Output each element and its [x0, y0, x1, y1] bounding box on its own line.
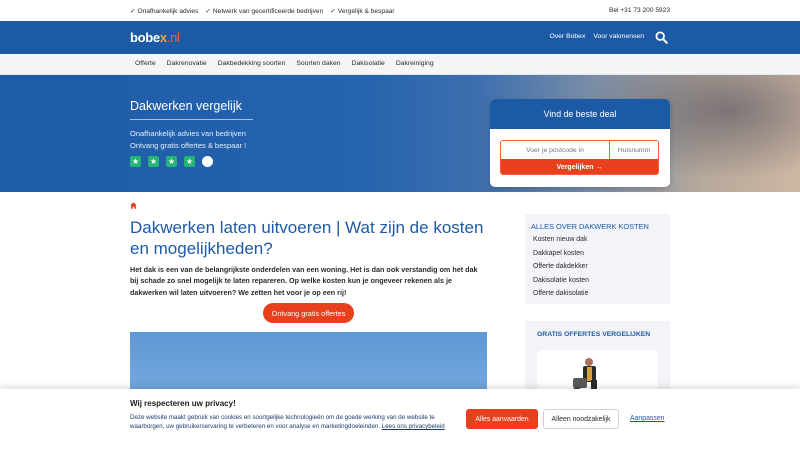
cookie-banner: Wij respecteren uw privacy! Deze website…: [0, 389, 800, 450]
postcode-input[interactable]: [501, 141, 610, 159]
subnav-item-dakbedekking[interactable]: Dakbedekking soorten: [212, 60, 291, 67]
deal-title: Vind de beste deal: [490, 99, 670, 129]
sidebar-link[interactable]: Dakkapel kosten: [533, 250, 589, 264]
hero-title: Dakwerken vergelijk: [130, 99, 242, 113]
star-icon: ★: [184, 156, 195, 167]
sidebar-link[interactable]: Kosten nieuw dak: [533, 236, 589, 250]
sidebar-title: ALLES OVER DAKWERK KOSTEN: [531, 222, 649, 231]
rating-stars: ★ ★ ★ ★: [130, 156, 213, 167]
accept-all-button[interactable]: Alles aanvaarden: [466, 409, 538, 429]
hero-subtitle: Onafhankelijk advies van bedrijven Ontva…: [130, 128, 246, 151]
cookie-title: Wij respecteren uw privacy!: [130, 399, 236, 408]
sidebar-link[interactable]: Offerte dakisolatie: [533, 290, 589, 304]
site-header: bobex.nl Over Bobex Voor vakmensen: [0, 21, 800, 54]
sidebar-link-list: Kosten nieuw dak Dakkapel kosten Offerte…: [533, 236, 589, 304]
sidebar-link[interactable]: Offerte dakdekker: [533, 263, 589, 277]
deal-form-box: Vind de beste deal Vergelijken →: [490, 99, 670, 187]
logo-tld: .nl: [166, 30, 180, 45]
article-title: Dakwerken laten uitvoeren | Wat zijn de …: [130, 218, 484, 258]
usp-item: Netwerk van gecertificeerde bedrijven: [205, 7, 323, 15]
free-quotes-button[interactable]: Ontvang gratis offertes: [263, 303, 354, 323]
deal-form: Vergelijken →: [500, 140, 659, 175]
subnav-item-dakreiniging[interactable]: Dakreiniging: [390, 60, 439, 67]
necessary-only-button[interactable]: Alleen noodzakelijk: [543, 409, 619, 429]
top-utility-bar: Onafhankelijk advies Netwerk van gecerti…: [0, 0, 800, 21]
customize-link[interactable]: Aanpassen: [630, 415, 664, 422]
logo-x: x: [159, 30, 167, 45]
bobex-logo[interactable]: bobex.nl: [130, 30, 180, 45]
nav-voor-vakmensen[interactable]: Voor vakmensen: [593, 33, 644, 40]
star-icon: ★: [148, 156, 159, 167]
nav-over-bobex[interactable]: Over Bobex: [549, 33, 585, 40]
sub-navigation: Offerte Dakrenovatie Dakbedekking soorte…: [0, 54, 800, 75]
star-empty-icon: [202, 156, 213, 167]
sidebar-cost-links: ALLES OVER DAKWERK KOSTEN Kosten nieuw d…: [525, 214, 670, 304]
sidebar-link[interactable]: Dakisolatie kosten: [533, 277, 589, 291]
compare-button[interactable]: Vergelijken →: [501, 159, 658, 174]
article-image: [130, 332, 487, 392]
privacy-policy-link[interactable]: Lees ons privacybeleid: [382, 423, 445, 430]
cookie-text: Deze website maakt gebruik van cookies e…: [130, 413, 460, 431]
sidebar-card-title: GRATIS OFFERTES VERGELIJKEN: [537, 331, 651, 338]
usp-item: Vergelijk & bespaar: [330, 7, 395, 15]
sidebar-compare-card: GRATIS OFFERTES VERGELIJKEN: [525, 321, 670, 396]
header-nav: Over Bobex Voor vakmensen: [549, 33, 644, 40]
usp-list: Onafhankelijk advies Netwerk van gecerti…: [130, 7, 395, 15]
subnav-item-dakrenovatie[interactable]: Dakrenovatie: [161, 60, 212, 67]
search-icon[interactable]: [655, 31, 668, 44]
logo-text: bobe: [130, 30, 160, 45]
article-intro: Het dak is een van de belangrijkste onde…: [130, 265, 478, 297]
house-number-input[interactable]: [610, 141, 658, 159]
hero-banner: Dakwerken vergelijk Onafhankelijk advies…: [0, 75, 800, 192]
star-icon: ★: [166, 156, 177, 167]
usp-item: Onafhankelijk advies: [130, 7, 199, 15]
subnav-item-soorten-daken[interactable]: Soorten daken: [291, 60, 346, 67]
hero-subtitle-line: Ontvang gratis offertes & bespaar !: [130, 140, 247, 150]
star-icon: ★: [130, 156, 141, 167]
hero-subtitle-line: Onafhankelijk advies van bedrijven: [130, 129, 246, 138]
subnav-item-offerte[interactable]: Offerte: [130, 60, 161, 67]
home-icon[interactable]: [130, 202, 137, 209]
subnav-item-dakisolatie[interactable]: Dakisolatie: [346, 60, 390, 67]
hero-divider: [130, 119, 253, 120]
phone-number[interactable]: Bel +31 73 200 5923: [609, 7, 670, 14]
